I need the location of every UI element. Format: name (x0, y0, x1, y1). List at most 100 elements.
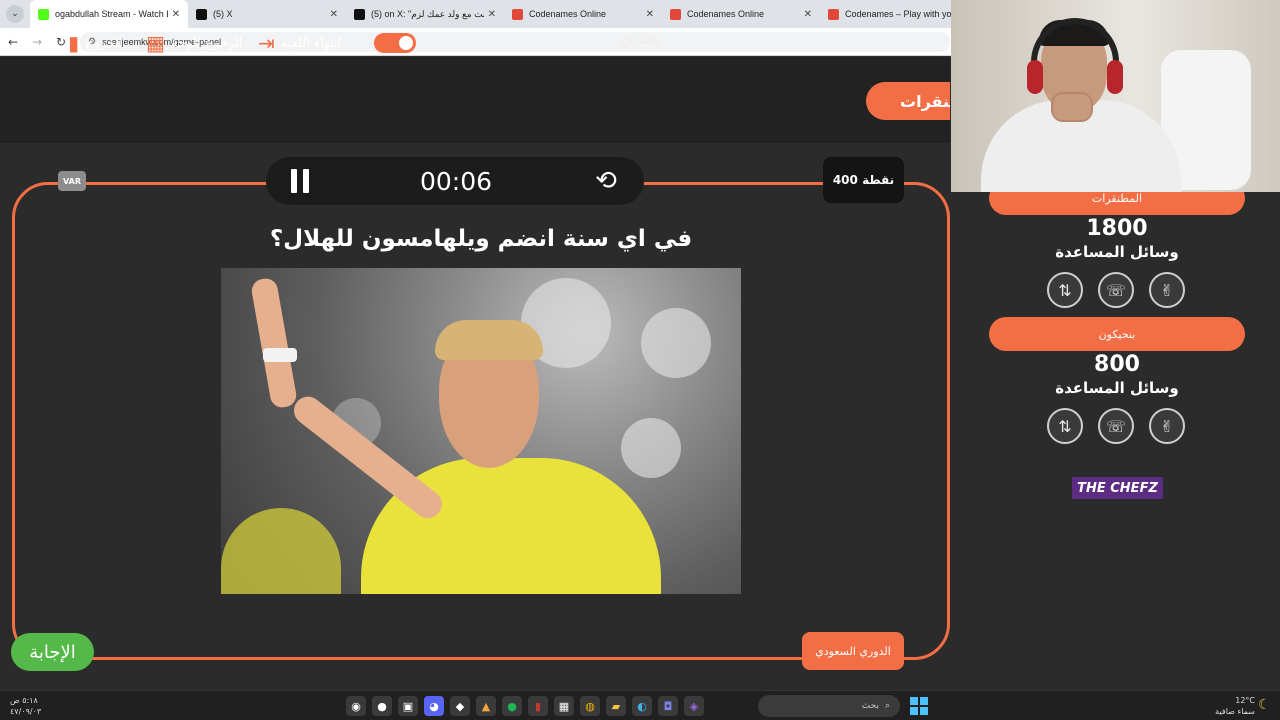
temperature: 12°C (1235, 696, 1255, 705)
codenames-favicon-icon (512, 8, 523, 20)
reset-timer-icon[interactable]: ⟲ (592, 167, 620, 195)
back-to-board-button[interactable]: ▦ الرجوع للوحة (146, 30, 242, 56)
tab-search-menu-button[interactable]: ⌄ (6, 5, 24, 23)
help-tools-row: ⇅ ☏ ✌ (1047, 272, 1185, 308)
team-name-pill: بنحيكون (989, 317, 1245, 351)
answer-button[interactable]: الإجابة (11, 633, 94, 671)
copilot-icon[interactable]: ◈ (684, 696, 704, 716)
browser-tab[interactable]: Codenames Online ✕ (662, 0, 820, 28)
taskbar-apps: ◉ ● ▣ ◕ ◆ ▲ ● ▮ ▦ ◍ ▰ ◐ ◘ ◈ (346, 696, 704, 716)
category-label: الدوري السعودي (815, 644, 891, 658)
phone-icon[interactable]: ☏ (1098, 408, 1134, 444)
close-tab-icon[interactable]: ✕ (172, 9, 180, 20)
tab-label: (5) X (213, 9, 233, 19)
settings-toggle[interactable] (374, 30, 416, 56)
wristband (263, 348, 297, 362)
app-icon[interactable]: ◉ (346, 696, 366, 716)
category-button[interactable]: الدوري السعودي (802, 632, 904, 670)
bokeh-light (621, 418, 681, 478)
headphone-earcup (1107, 60, 1123, 94)
tab-label: Codenames Online (529, 9, 607, 19)
weather-widget[interactable]: 12°C سماء صافية (1205, 695, 1255, 717)
edge-icon[interactable]: ◐ (632, 696, 652, 716)
browser-tab[interactable]: (5) X ✕ (188, 0, 346, 28)
chrome-icon[interactable]: ◍ (580, 696, 600, 716)
x-logo-icon (196, 8, 207, 20)
tab-favicon-icon (38, 8, 49, 20)
tab-label: Codenames Online (687, 9, 765, 19)
var-badge[interactable]: VAR (58, 171, 86, 191)
headphone-earcup (1027, 60, 1043, 94)
folder-icon[interactable]: ▰ (606, 696, 626, 716)
browser-tab[interactable]: ogabdullah Stream - Watch Live ✕ (30, 0, 188, 28)
timer-value: 00:06 (419, 167, 493, 196)
discord-icon[interactable]: ◕ (424, 696, 444, 716)
close-tab-icon[interactable]: ✕ (646, 9, 654, 20)
codenames-favicon-icon (670, 8, 681, 20)
streamer-hand (1051, 92, 1093, 122)
two-answers-icon[interactable]: ✌ (1149, 272, 1185, 308)
swap-call-icon[interactable]: ⇅ (1047, 272, 1083, 308)
app-icon[interactable]: ◆ (450, 696, 470, 716)
phone-icon[interactable]: ☏ (1098, 272, 1134, 308)
weather-text: سماء صافية (1215, 707, 1255, 716)
clock-date: ٤٧/٠٩/٠٣ (10, 707, 42, 716)
team-name: المطنقرات (1091, 191, 1143, 205)
teams-icon[interactable]: ◘ (658, 696, 678, 716)
points-label: 400 نقطة (832, 173, 895, 187)
points-badge: 400 نقطة (823, 157, 904, 203)
terminal-icon[interactable]: ▣ (398, 696, 418, 716)
codenames-favicon-icon (828, 8, 839, 20)
swap-call-icon[interactable]: ⇅ (1047, 408, 1083, 444)
exit-button[interactable]: ▮ الخروج (68, 30, 123, 56)
forward-arrow-icon[interactable]: → (26, 35, 48, 49)
timer-bar: 00:06 ⟲ (266, 157, 644, 205)
back-arrow-icon[interactable]: ← (2, 35, 24, 49)
store-icon[interactable]: ▦ (554, 696, 574, 716)
answer-label: الإجابة (29, 641, 76, 663)
browser-tab[interactable]: (5) on X: "انت مع ولد عمك لزم ✕ (346, 0, 504, 28)
help-tools-row: ⇅ ☏ ✌ (1047, 408, 1185, 444)
help-tools-title: وسائل المساعدة (1055, 379, 1179, 397)
back-to-board-label: الرجوع للوحة (170, 35, 243, 51)
moon-icon: ☾ (1258, 697, 1271, 713)
game-header (0, 57, 950, 143)
taskbar-search[interactable]: بحث ⌕ (758, 695, 900, 717)
tab-label: ogabdullah Stream - Watch Live (55, 9, 168, 19)
search-label: بحث (861, 701, 879, 711)
tab-label: (5) on X: "انت مع ولد عمك لزم (371, 8, 484, 19)
obs-icon[interactable]: ● (372, 696, 392, 716)
clock-time: ٥:١٨ ص (10, 696, 38, 705)
page-title: تحدي (619, 28, 661, 49)
close-tab-icon[interactable]: ✕ (330, 9, 338, 20)
end-game-label: انتهاء اللعبة (280, 35, 342, 51)
grid-icon: ▦ (146, 31, 165, 55)
end-game-button[interactable]: ⇥ انتهاء اللعبة (258, 30, 341, 56)
two-answers-icon[interactable]: ✌ (1149, 408, 1185, 444)
team-score: 800 (1094, 352, 1140, 377)
close-tab-icon[interactable]: ✕ (804, 9, 812, 20)
background-player (221, 508, 341, 594)
exit-label: الخروج (85, 35, 123, 51)
var-label: VAR (63, 176, 81, 186)
arrow-to-line-icon: ⇥ (258, 31, 275, 55)
close-tab-icon[interactable]: ✕ (488, 9, 496, 20)
windows-taskbar: ٥:١٨ ص ٤٧/٠٩/٠٣ ◉ ● ▣ ◕ ◆ ▲ ● ▮ ▦ ◍ ▰ ◐ … (0, 690, 1280, 720)
team-score: 1800 (1086, 216, 1148, 241)
clock[interactable]: ٥:١٨ ص ٤٧/٠٩/٠٣ (10, 695, 41, 717)
team-name: بنحيكون (1098, 327, 1136, 341)
webcam-overlay (951, 0, 1280, 192)
toggle-switch[interactable] (374, 33, 416, 53)
pause-icon[interactable] (290, 169, 310, 193)
bokeh-light (641, 308, 711, 378)
vlc-icon[interactable]: ▲ (476, 696, 496, 716)
question-text: في اي سنة انضم ويلهامسون للهلال؟ (269, 226, 693, 252)
app-icon[interactable]: ▮ (528, 696, 548, 716)
windows-start-icon[interactable] (910, 697, 928, 715)
spotify-icon[interactable]: ● (502, 696, 522, 716)
exit-door-icon: ▮ (68, 31, 80, 55)
sponsor-text: THE CHEFZ (1077, 480, 1158, 496)
browser-tab[interactable]: Codenames Online ✕ (504, 0, 662, 28)
search-icon: ⌕ (884, 701, 890, 711)
player-arm (249, 276, 299, 410)
